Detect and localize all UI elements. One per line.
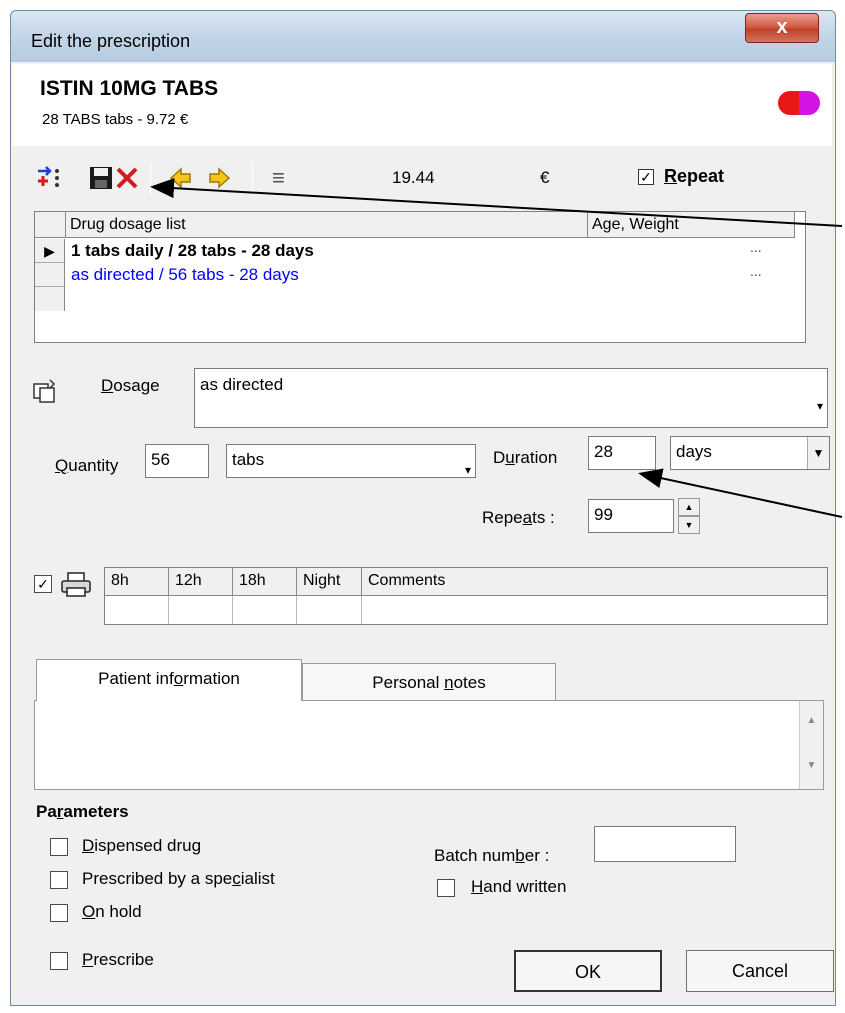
- column-header-age-weight[interactable]: Age, Weight: [588, 212, 795, 238]
- repeat-checkbox[interactable]: ✓: [638, 169, 654, 185]
- schedule-cell-12h[interactable]: [169, 596, 233, 624]
- title-bar: Edit the prescription x: [10, 10, 836, 62]
- age-weight-value: ...: [750, 239, 762, 255]
- prescribed-by-specialist-label: Prescribed by a specialist: [82, 869, 275, 888]
- chevron-down-icon[interactable]: ▼: [807, 437, 829, 469]
- dosage-row-text: as directed / 56 tabs - 28 days: [71, 265, 299, 284]
- dosage-list-header: Drug dosage list Age, Weight: [35, 212, 795, 238]
- repeats-input[interactable]: 99: [588, 499, 674, 533]
- cancel-button[interactable]: Cancel: [686, 950, 834, 992]
- pill-icon: [778, 91, 820, 115]
- currency-symbol: €: [540, 168, 550, 187]
- close-button[interactable]: x: [745, 13, 819, 43]
- schedule-cell-8h[interactable]: [105, 596, 169, 624]
- price-value: 19.44: [392, 168, 435, 187]
- column-header-dosage[interactable]: Drug dosage list: [66, 212, 588, 238]
- schedule-header-12h: 12h: [169, 568, 233, 596]
- save-icon[interactable]: [88, 165, 114, 197]
- quantity-input[interactable]: 56: [145, 444, 209, 478]
- dispensed-drug-label: Dispensed drug: [82, 836, 202, 855]
- parameters-heading: Parameters: [36, 802, 129, 821]
- add-dosage-icon[interactable]: [36, 165, 62, 197]
- prescribe-checkbox[interactable]: [50, 952, 68, 970]
- quantity-label: Quantity: [55, 456, 119, 475]
- row-selector-icon: ▶: [35, 239, 65, 263]
- list-icon[interactable]: ≡: [272, 165, 285, 191]
- drug-name: ISTIN 10MG TABS: [40, 77, 219, 100]
- duration-unit-select[interactable]: days ▼: [670, 436, 830, 470]
- arrow-left-icon[interactable]: [168, 165, 194, 197]
- scroll-up-icon[interactable]: ▲: [800, 715, 823, 726]
- dosage-row[interactable]: ▶ 1 tabs daily / 28 tabs - 28 days ...: [35, 239, 795, 263]
- drug-header: ISTIN 10MG TABS 28 TABS tabs - 9.72 €: [12, 64, 832, 146]
- window-title: Edit the prescription: [31, 31, 191, 51]
- schedule-header-comments: Comments: [362, 568, 827, 596]
- unit-select[interactable]: tabs ▾: [226, 444, 476, 478]
- dropdown-arrow-icon[interactable]: ▾: [817, 399, 823, 413]
- hand-written-checkbox[interactable]: [437, 879, 455, 897]
- batch-number-label: Batch number :: [434, 846, 550, 865]
- scroll-down-icon[interactable]: ▼: [800, 760, 823, 771]
- dosage-row-text: 1 tabs daily / 28 tabs - 28 days: [71, 241, 314, 260]
- scrollbar[interactable]: ▲ ▼: [799, 701, 823, 789]
- chevron-down-icon[interactable]: ▾: [465, 455, 471, 485]
- repeat-label: Repeat: [664, 166, 725, 186]
- schedule-cell-night[interactable]: [297, 596, 362, 624]
- schedule-header-18h: 18h: [233, 568, 297, 596]
- duration-label: Duration: [493, 448, 558, 467]
- dispensed-drug-checkbox[interactable]: [50, 838, 68, 856]
- spin-down-icon[interactable]: ▼: [678, 516, 700, 534]
- schedule-cell-18h[interactable]: [233, 596, 297, 624]
- toolbar: ≡ 19.44 € ✓ Repeat: [28, 157, 806, 201]
- schedule-cell-comments[interactable]: [362, 596, 827, 624]
- duration-input[interactable]: 28: [588, 436, 656, 470]
- schedule-header-night: Night: [297, 568, 362, 596]
- hand-written-label: Hand written: [471, 877, 567, 896]
- dosage-row[interactable]: as directed / 56 tabs - 28 days ...: [35, 263, 795, 287]
- dose-schedule-grid: 8h 12h 18h Night Comments: [104, 567, 828, 625]
- dosage-label: Dosage: [101, 376, 160, 395]
- drug-dosage-list: Drug dosage list Age, Weight ▶ 1 tabs da…: [34, 211, 806, 343]
- on-hold-checkbox[interactable]: [50, 904, 68, 922]
- prescribe-label: Prescribe: [82, 950, 154, 969]
- prescribed-by-specialist-checkbox[interactable]: [50, 871, 68, 889]
- arrow-right-icon[interactable]: [206, 165, 232, 197]
- schedule-header-8h: 8h: [105, 568, 169, 596]
- dialog-window: Edit the prescription x ISTIN 10MG TABS …: [0, 0, 845, 1013]
- age-weight-value: ...: [750, 263, 762, 279]
- dialog-body: [10, 62, 836, 1006]
- ok-button[interactable]: OK: [514, 950, 662, 992]
- drug-summary: 28 TABS tabs - 9.72 €: [42, 111, 189, 128]
- dosage-templates-icon[interactable]: [32, 379, 58, 410]
- repeats-label: Repeats :: [482, 508, 555, 527]
- delete-icon[interactable]: [114, 165, 140, 197]
- spin-up-icon[interactable]: ▲: [678, 498, 700, 516]
- tab-personal-notes[interactable]: Personal notes: [302, 663, 556, 700]
- printer-icon: [60, 572, 92, 603]
- tab-patient-information[interactable]: Patient information: [36, 659, 302, 701]
- print-schedule-checkbox[interactable]: ✓: [34, 575, 52, 593]
- on-hold-label: On hold: [82, 902, 142, 921]
- dosage-input[interactable]: as directed ▾: [194, 368, 828, 428]
- patient-information-text[interactable]: ▲ ▼: [34, 700, 824, 790]
- batch-number-input[interactable]: [594, 826, 736, 862]
